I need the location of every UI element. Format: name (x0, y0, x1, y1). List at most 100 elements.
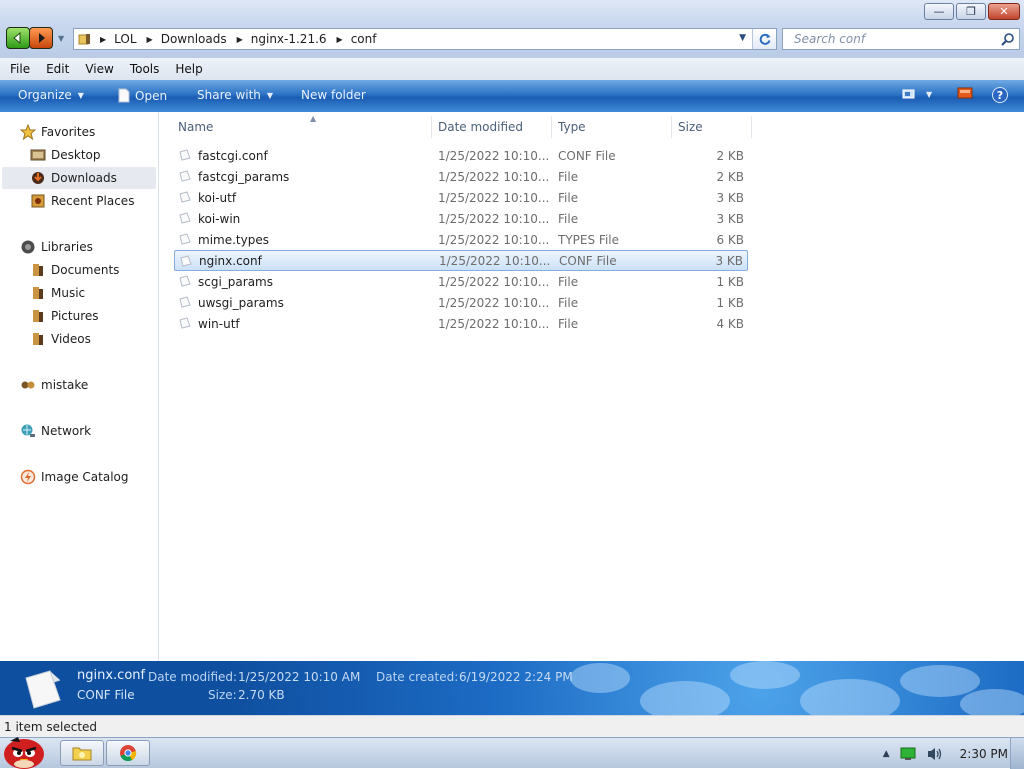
file-row-koi-win[interactable]: koi-win 1/25/2022 10:10... File 3 KB (174, 208, 748, 229)
file-type: File (558, 169, 579, 184)
close-icon: ✕ (999, 5, 1009, 18)
nav-image-catalog-label: Image Catalog (41, 470, 129, 484)
nav-desktop[interactable]: Desktop (30, 144, 101, 166)
breadcrumb-lol[interactable]: LOL (114, 32, 136, 46)
open-button[interactable]: Open (116, 88, 167, 103)
menu-help[interactable]: Help (167, 62, 210, 76)
file-row-fastcgi-params[interactable]: fastcgi_params 1/25/2022 10:10... File 2 KB (174, 166, 748, 187)
navigation-pane: Favorites Desktop Downloads Recent Place… (0, 112, 159, 661)
details-date-created: 6/19/2022 2:24 PM (459, 670, 573, 684)
file-row-koi-utf[interactable]: koi-utf 1/25/2022 10:10... File 3 KB (174, 187, 748, 208)
refresh-button[interactable] (752, 29, 776, 49)
breadcrumb-separator-icon[interactable]: ▶ (147, 35, 153, 44)
menu-tools[interactable]: Tools (122, 62, 168, 76)
breadcrumb-nginx[interactable]: nginx-1.21.6 (251, 32, 327, 46)
preview-pane-button[interactable] (957, 87, 973, 99)
column-header-size[interactable]: Size (672, 116, 752, 138)
file-size: 6 KB (716, 232, 744, 247)
nav-favorites[interactable]: Favorites (20, 121, 95, 143)
file-type: CONF File (558, 148, 616, 163)
menu-edit[interactable]: Edit (38, 62, 77, 76)
file-size: 1 KB (716, 274, 744, 289)
help-button[interactable]: ? (992, 87, 1008, 103)
search-icon[interactable] (1000, 32, 1015, 47)
title-bar: — ❐ ✕ (0, 0, 1024, 24)
folder-icon (78, 34, 90, 45)
start-button-angry-bird-icon[interactable] (0, 732, 50, 769)
details-pane: nginx.conf Date modified: 1/25/2022 10:1… (0, 661, 1024, 715)
new-folder-button[interactable]: New folder (301, 88, 366, 102)
breadcrumb-separator-icon[interactable]: ▶ (100, 35, 106, 44)
back-button[interactable] (6, 27, 30, 49)
nav-documents[interactable]: Documents (30, 259, 119, 281)
address-dropdown-icon[interactable]: ▼ (739, 33, 746, 43)
details-date-modified: 1/25/2022 10:10 AM (238, 670, 361, 684)
documents-icon (33, 264, 43, 276)
close-button[interactable]: ✕ (988, 3, 1020, 20)
nav-image-catalog[interactable]: Image Catalog (20, 466, 128, 488)
nav-videos-label: Videos (51, 332, 91, 346)
menu-file[interactable]: File (2, 62, 38, 76)
minimize-button[interactable]: — (924, 3, 954, 20)
status-bar: 1 item selected (0, 715, 1024, 737)
show-desktop-button[interactable] (1010, 738, 1024, 769)
file-icon (179, 170, 191, 182)
view-options-button[interactable]: ▼ (902, 87, 932, 101)
file-row-fastcgi-conf[interactable]: fastcgi.conf 1/25/2022 10:10... CONF File 2… (174, 145, 748, 166)
music-icon (33, 287, 43, 299)
address-row: ▼ ▶ LOL ▶ Downloads ▶ nginx-1.21.6 ▶ con… (0, 24, 1024, 58)
breadcrumb-separator-icon[interactable]: ▶ (237, 35, 243, 44)
column-header-date[interactable]: Date modified (432, 116, 552, 138)
volume-icon[interactable] (926, 746, 944, 762)
nav-mistake[interactable]: mistake (20, 374, 88, 396)
search-input[interactable] (792, 31, 992, 47)
column-header-type[interactable]: Type (552, 116, 672, 138)
file-row-mime-types[interactable]: mime.types 1/25/2022 10:10... TYPES File 6 … (174, 229, 748, 250)
file-list: ▲ Name Date modified Type Size fastcgi.c… (160, 112, 1024, 661)
open-label: Open (135, 88, 168, 103)
file-type: File (558, 274, 579, 289)
nav-network[interactable]: Network (20, 420, 91, 442)
nav-music[interactable]: Music (30, 282, 85, 304)
file-date-modified: 1/25/2022 10:10... (438, 316, 550, 331)
column-header-name[interactable]: ▲ Name (172, 114, 432, 138)
file-row-scgi-params[interactable]: scgi_params 1/25/2022 10:10... File 1 KB (174, 271, 748, 292)
command-bar: Organize ▼ Open Share with ▼ New folder … (0, 80, 1024, 112)
file-row-uwsgi-params[interactable]: uwsgi_params 1/25/2022 10:10... File 1 KB (174, 292, 748, 313)
network-status-icon[interactable] (900, 747, 916, 761)
taskbar-chrome-button[interactable] (106, 740, 150, 766)
recent-pages-dropdown[interactable]: ▼ (58, 34, 64, 43)
share-with-button[interactable]: Share with ▼ (197, 88, 273, 102)
forward-button[interactable] (29, 27, 53, 49)
nav-videos[interactable]: Videos (30, 328, 91, 350)
maximize-icon: ❐ (966, 5, 976, 18)
file-date-modified: 1/25/2022 10:10... (438, 232, 550, 247)
search-box[interactable] (782, 28, 1020, 50)
file-row-win-utf[interactable]: win-utf 1/25/2022 10:10... File 4 KB (174, 313, 748, 334)
file-size: 2 KB (716, 169, 744, 184)
nav-recent-places[interactable]: Recent Places (30, 190, 134, 212)
menu-view[interactable]: View (77, 62, 121, 76)
file-icon (179, 233, 191, 245)
address-bar[interactable]: ▶ LOL ▶ Downloads ▶ nginx-1.21.6 ▶ conf … (73, 28, 777, 50)
nav-libraries[interactable]: Libraries (20, 236, 93, 258)
file-date-modified: 1/25/2022 10:10... (438, 211, 550, 226)
nav-pictures[interactable]: Pictures (30, 305, 99, 327)
maximize-button[interactable]: ❐ (956, 3, 986, 20)
decorative-bubble (900, 665, 980, 697)
file-icon (179, 296, 191, 308)
organize-button[interactable]: Organize ▼ (18, 88, 84, 102)
file-name: mime.types (198, 232, 269, 247)
file-type: File (558, 316, 579, 331)
decorative-bubble (730, 661, 800, 689)
breadcrumb-conf[interactable]: conf (351, 32, 377, 46)
clock[interactable]: 2:30 PM (960, 747, 1008, 761)
file-row-nginx-conf[interactable]: nginx.conf 1/25/2022 10:10... CONF File 3 K… (174, 250, 748, 271)
nav-downloads[interactable]: Downloads (2, 167, 156, 189)
breadcrumb-separator-icon[interactable]: ▶ (337, 35, 343, 44)
libraries-icon (21, 240, 35, 254)
breadcrumb-downloads[interactable]: Downloads (161, 32, 227, 46)
taskbar-explorer-button[interactable] (60, 740, 104, 766)
user-folder-icon (21, 381, 35, 389)
show-hidden-icons-icon[interactable]: ▲ (883, 749, 890, 759)
